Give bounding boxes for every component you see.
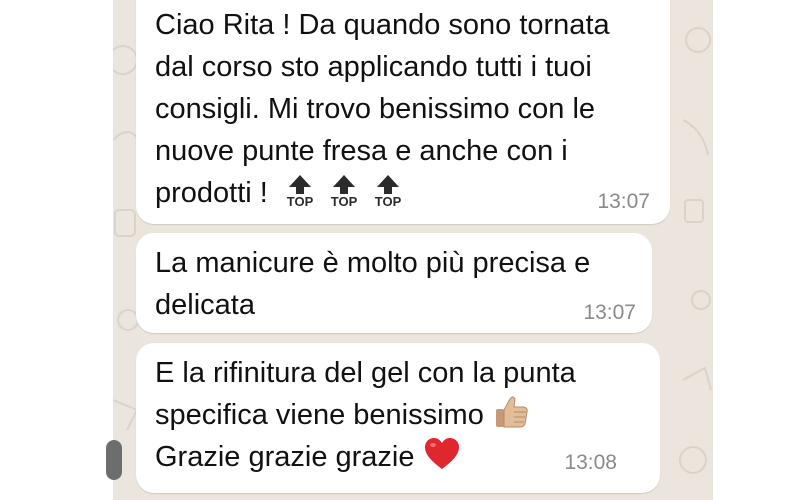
red-heart-icon — [423, 436, 461, 472]
message-bubble[interactable]: Ciao Rita ! Da quando sono tornata dal c… — [136, 0, 670, 224]
message-text-line: consigli. Mi trovo benissimo con le — [155, 93, 596, 125]
top-label: TOP — [287, 194, 314, 208]
top-label: TOP — [375, 194, 402, 208]
message-text-line-with-emoji: specifica viene benissimo — [155, 394, 660, 436]
message-text-segment: prodotti ! — [155, 177, 268, 209]
screenshot-page: Ciao Rita ! Da quando sono tornata dal c… — [0, 0, 800, 500]
message-text-line-with-emojis: prodotti ! TOP TOP TOP — [155, 172, 670, 214]
top-label: TOP — [331, 194, 358, 208]
message-text-line: E la rifinitura del gel con la punta — [155, 357, 576, 389]
chat-background: Ciao Rita ! Da quando sono tornata dal c… — [113, 0, 713, 500]
message-text-line: dal corso sto applicando tutti i tuoi — [155, 51, 592, 83]
message-timestamp: 13:07 — [597, 190, 650, 213]
message-text-line: La manicure è molto più precisa e — [155, 247, 591, 279]
message-text-line: nuove punte fresa e anche con i — [155, 135, 568, 167]
top-arrow-icon: TOP — [324, 174, 364, 208]
thumbs-up-icon — [492, 394, 530, 430]
message-timestamp: 13:08 — [564, 451, 617, 474]
top-arrow-icon: TOP — [368, 174, 408, 208]
message-bubble[interactable]: La manicure è molto più precisa e delica… — [136, 233, 652, 333]
message-text-line: Ciao Rita ! Da quando sono tornata — [155, 9, 610, 41]
top-arrow-icon: TOP — [280, 174, 320, 208]
message-text-segment: specifica viene benissimo — [155, 399, 484, 431]
message-timestamp: 13:07 — [583, 301, 636, 324]
message-text-segment: Grazie grazie grazie — [155, 441, 415, 473]
message-text-line: delicata — [155, 289, 255, 321]
message-bubble[interactable]: E la rifinitura del gel con la punta spe… — [136, 343, 660, 493]
avatar-edge — [106, 440, 122, 480]
